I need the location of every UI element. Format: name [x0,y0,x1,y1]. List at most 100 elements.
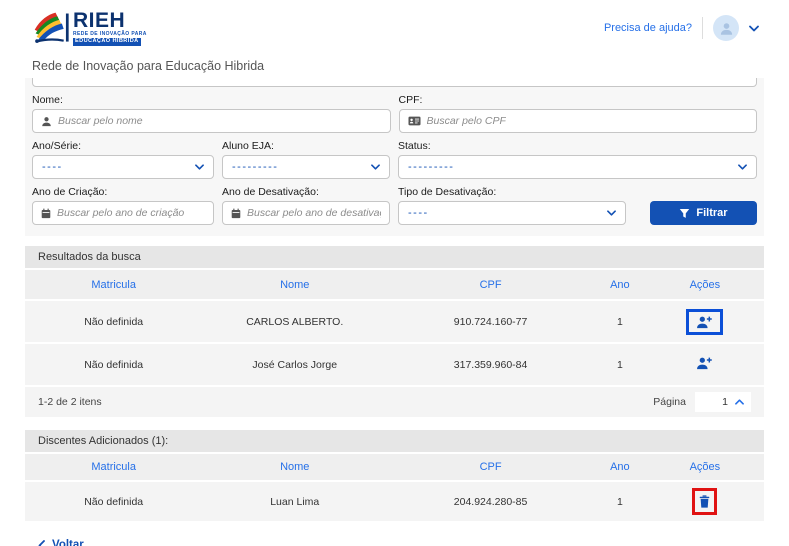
cpf-field: CPF: Buscar pelo CPF [399,94,758,133]
form-row-3: Ano de Criação: Buscar pelo ano de criaç… [32,186,757,225]
table-row: Não definida CARLOS ALBERTO. 910.724.160… [25,299,764,342]
clipped-input[interactable] [32,78,757,87]
ano-desativacao-input[interactable]: Buscar pelo ano de desativação [222,201,390,225]
page: RIEH REDE DE INOVAÇÃO PARA EDUCAÇÃO HÍBR… [0,0,789,546]
caret-up-icon[interactable] [735,399,744,405]
col-header-ano[interactable]: Ano [594,461,646,473]
items-count: 1-2 de 2 itens [38,396,102,408]
table-row: Não definida José Carlos Jorge 317.359.9… [25,342,764,385]
logo-subtitle-2: EDUCAÇÃO HÍBRIDA [73,38,141,46]
cell-matricula: Não definida [25,316,202,328]
cpf-label: CPF: [399,94,758,106]
filter-button-wrap: Filtrar [634,186,757,225]
logo-text: RIEH REDE DE INOVAÇÃO PARA EDUCAÇÃO HÍBR… [73,10,147,46]
nome-field: Nome: Buscar pelo nome [32,94,391,133]
added-table-header: Matricula Nome CPF Ano Ações [25,454,764,480]
cell-ano: 1 [594,316,646,328]
results-table-header: Matricula Nome CPF Ano Ações [25,270,764,299]
add-student-button[interactable] [696,356,713,370]
results-table-footer: 1-2 de 2 itens Página 1 [25,385,764,417]
person-plus-icon [696,315,713,329]
calendar-icon [41,208,51,219]
status-label: Status: [398,140,757,152]
col-header-nome[interactable]: Nome [202,461,387,473]
col-header-ano[interactable]: Ano [594,279,646,291]
tipo-desativacao-value: ---- [408,207,429,219]
ano-serie-value: ---- [42,161,63,173]
cell-nome: José Carlos Jorge [202,359,387,371]
top-bar: RIEH REDE DE INOVAÇÃO PARA EDUCAÇÃO HÍBR… [0,0,789,50]
cell-acoes [646,309,764,335]
user-menu-chevron-down-icon[interactable] [749,25,759,32]
nome-input[interactable]: Buscar pelo nome [32,109,391,133]
chevron-down-icon [195,164,204,170]
aluno-eja-label: Aluno EJA: [222,140,390,152]
col-header-matricula[interactable]: Matricula [25,279,202,291]
clipped-top-field [32,78,757,87]
main-content: Nome: Buscar pelo nome CPF: Busca [0,78,789,546]
person-icon [719,21,734,36]
col-header-acoes: Ações [646,461,764,473]
ano-criacao-label: Ano de Criação: [32,186,214,198]
ano-criacao-field: Ano de Criação: Buscar pelo ano de criaç… [32,186,214,225]
page-number: 1 [722,396,728,408]
cell-cpf: 317.359.960-84 [387,359,594,371]
col-header-matricula[interactable]: Matricula [25,461,202,473]
aluno-eja-select[interactable]: --------- [222,155,390,179]
form-row-2: Ano/Série: ---- Aluno EJA: --------- Sta… [32,140,757,179]
cell-acoes [646,356,764,373]
trash-icon [699,495,710,508]
chevron-down-icon [371,164,380,170]
ano-criacao-input[interactable]: Buscar pelo ano de criação [32,201,214,225]
help-link[interactable]: Precisa de ajuda? [604,22,692,34]
chevron-down-icon [607,210,616,216]
red-highlight-box [692,488,717,515]
results-section: Resultados da busca Matricula Nome CPF A… [25,246,764,417]
logo-subtitle-1: REDE DE INOVAÇÃO PARA [73,32,147,37]
ano-desativacao-label: Ano de Desativação: [222,186,390,198]
status-field: Status: --------- [398,140,757,179]
cell-cpf: 204.924.280-85 [387,496,594,508]
logo-acronym: RIEH [73,10,147,31]
cell-ano: 1 [594,496,646,508]
col-header-cpf[interactable]: CPF [387,279,594,291]
person-icon [41,116,52,127]
status-value: --------- [408,161,454,173]
funnel-icon [679,208,690,219]
user-avatar[interactable] [713,15,739,41]
ano-serie-field: Ano/Série: ---- [32,140,214,179]
add-student-button[interactable] [696,315,713,329]
cell-cpf: 910.724.160-77 [387,316,594,328]
delete-student-button[interactable] [699,495,710,508]
nome-label: Nome: [32,94,391,106]
person-plus-icon [696,356,713,370]
header-divider [702,17,703,39]
filtrar-button[interactable]: Filtrar [650,201,757,225]
form-row-1: Nome: Buscar pelo nome CPF: Busca [32,94,757,133]
table-row: Não definida Luan Lima 204.924.280-85 1 [25,480,764,521]
chevron-down-icon [738,164,747,170]
voltar-link[interactable]: Voltar [38,539,84,546]
id-card-icon [408,116,421,126]
calendar-icon [231,208,241,219]
tipo-desativacao-select[interactable]: ---- [398,201,626,225]
tipo-desativacao-field: Tipo de Desativação: ---- [398,186,626,225]
cell-nome: CARLOS ALBERTO. [202,316,387,328]
col-header-nome[interactable]: Nome [202,279,387,291]
ano-serie-label: Ano/Série: [32,140,214,152]
page-title: Rede de Inovação para Educação Hibrida [0,50,789,78]
page-label: Página [653,396,686,408]
blue-highlight-box [686,309,723,335]
ano-criacao-placeholder: Buscar pelo ano de criação [57,207,184,219]
tipo-desativacao-label: Tipo de Desativação: [398,186,626,198]
aluno-eja-value: --------- [232,161,278,173]
status-select[interactable]: --------- [398,155,757,179]
top-right-actions: Precisa de ajuda? [604,15,759,41]
ano-serie-select[interactable]: ---- [32,155,214,179]
rieh-logo[interactable]: RIEH REDE DE INOVAÇÃO PARA EDUCAÇÃO HÍBR… [32,10,147,46]
col-header-cpf[interactable]: CPF [387,461,594,473]
cpf-input[interactable]: Buscar pelo CPF [399,109,758,133]
page-number-stepper[interactable]: 1 [695,392,751,412]
aluno-eja-field: Aluno EJA: --------- [222,140,390,179]
ano-desativacao-placeholder: Buscar pelo ano de desativação [247,207,381,219]
